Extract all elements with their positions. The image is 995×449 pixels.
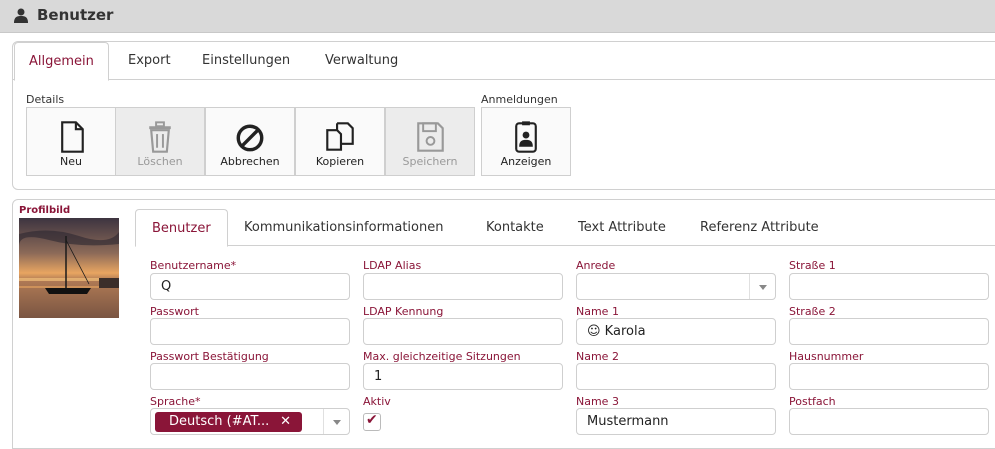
copy-button[interactable]: Kopieren <box>295 107 385 176</box>
password-confirm-label: Passwort Bestätigung <box>150 350 269 363</box>
save-button[interactable]: Speichern <box>385 107 475 176</box>
street2-field[interactable] <box>789 318 989 345</box>
ldap-id-label: LDAP Kennung <box>363 305 444 318</box>
profile-picture[interactable] <box>19 218 119 318</box>
name3-label: Name 3 <box>576 395 619 408</box>
max-sessions-label: Max. gleichzeitige Sitzungen <box>363 350 521 363</box>
name1-field[interactable]: ☺ Karola <box>576 318 776 345</box>
tab-referenz-attribute[interactable]: Referenz Attribute <box>684 209 835 246</box>
language-label: Sprache* <box>150 395 201 408</box>
salutation-label: Anrede <box>576 259 616 272</box>
password-confirm-field[interactable] <box>150 363 350 390</box>
ldap-id-field[interactable] <box>363 318 563 345</box>
copy-icon <box>326 122 354 151</box>
po-box-label: Postfach <box>789 395 836 408</box>
tab-einstellungen[interactable]: Einstellungen <box>188 42 304 80</box>
chevron-down-icon[interactable] <box>323 409 349 434</box>
ldap-alias-label: LDAP Alias <box>363 259 422 272</box>
password-label: Passwort <box>150 305 199 318</box>
chevron-down-icon[interactable] <box>749 274 775 299</box>
show-login-button[interactable]: Anzeigen <box>481 107 571 176</box>
password-field[interactable] <box>150 318 350 345</box>
street1-label: Straße 1 <box>789 259 836 272</box>
delete-button[interactable]: Löschen <box>115 107 205 176</box>
main-tabs: Allgemein Export Einstellungen Verwaltun… <box>13 42 995 81</box>
po-box-field[interactable] <box>789 408 989 435</box>
tab-text-attribute[interactable]: Text Attribute <box>562 209 682 246</box>
sunset-sailboat-image <box>19 218 119 318</box>
profile-picture-label: Profilbild <box>19 205 71 216</box>
page-title: Benutzer <box>37 6 114 24</box>
tab-verwaltung[interactable]: Verwaltung <box>311 42 412 80</box>
name2-label: Name 2 <box>576 350 619 363</box>
new-document-icon <box>61 121 84 153</box>
active-label: Aktiv <box>363 395 391 408</box>
tab-kommunikationsinformationen[interactable]: Kommunikationsinformationen <box>228 209 459 246</box>
username-label: Benutzername* <box>150 259 237 272</box>
group-label-details: Details <box>26 93 65 106</box>
group-label-anmeldungen: Anmeldungen <box>481 93 558 106</box>
house-number-label: Hausnummer <box>789 350 864 363</box>
active-checkbox[interactable]: ✔ <box>363 412 381 431</box>
name2-field[interactable] <box>576 363 776 390</box>
user-icon <box>14 8 28 23</box>
max-sessions-field[interactable]: 1 <box>363 363 563 390</box>
username-field[interactable]: Q <box>150 273 350 300</box>
tab-allgemein[interactable]: Allgemein <box>14 42 109 81</box>
badge-icon <box>515 121 537 153</box>
language-select[interactable]: Deutsch (#AT... ✕ <box>150 408 350 435</box>
street2-label: Straße 2 <box>789 305 836 318</box>
tab-export[interactable]: Export <box>114 42 185 80</box>
trash-icon <box>149 121 171 153</box>
save-icon <box>417 122 444 152</box>
tab-benutzer[interactable]: Benutzer <box>135 209 228 247</box>
name1-label: Name 1 <box>576 305 619 318</box>
salutation-select[interactable] <box>576 273 776 300</box>
new-button[interactable]: Neu <box>26 107 116 176</box>
cancel-icon <box>236 124 264 152</box>
title-bar: Benutzer <box>0 0 995 33</box>
checkmark-icon: ✔ <box>366 412 378 428</box>
ldap-alias-field[interactable] <box>363 273 563 300</box>
user-sub-tabs: Benutzer Kommunikationsinformationen Kon… <box>135 209 995 247</box>
language-chip: Deutsch (#AT... ✕ <box>155 412 302 432</box>
street1-field[interactable] <box>789 273 989 300</box>
name3-field[interactable]: Mustermann <box>576 408 776 435</box>
house-number-field[interactable] <box>789 363 989 390</box>
remove-chip-icon[interactable]: ✕ <box>280 412 291 432</box>
cancel-button[interactable]: Abbrechen <box>205 107 295 176</box>
tab-kontakte[interactable]: Kontakte <box>470 209 560 246</box>
